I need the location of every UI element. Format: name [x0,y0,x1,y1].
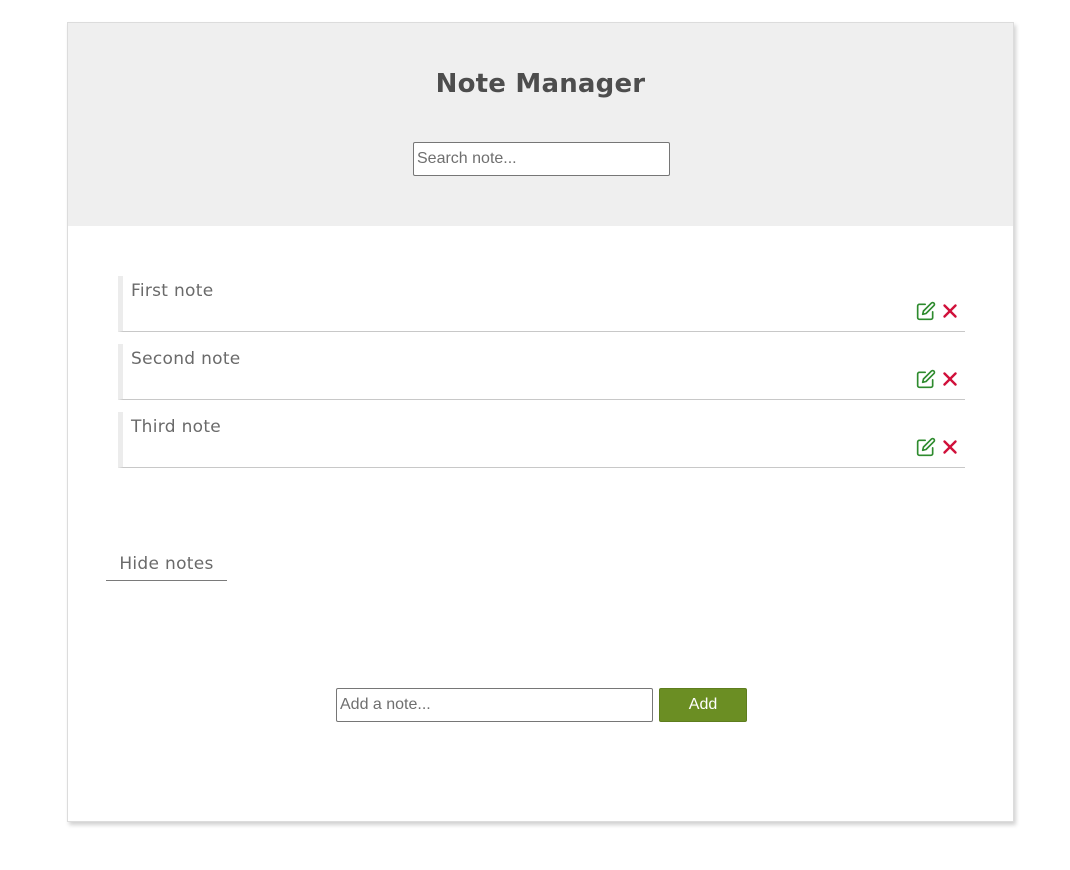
note-actions [916,301,960,321]
notes-list: First note Second note Third note [118,276,965,480]
header: Note Manager [68,23,1013,226]
note-manager-card: Note Manager First note [67,22,1014,822]
add-note-input[interactable] [336,688,653,722]
list-item: Third note [118,412,965,468]
edit-icon[interactable] [916,301,936,321]
edit-icon[interactable] [916,369,936,389]
close-icon[interactable] [940,301,960,321]
search-input[interactable] [413,142,670,176]
note-text: First note [131,281,214,301]
list-item: Second note [118,344,965,400]
note-actions [916,369,960,389]
edit-icon[interactable] [916,437,936,457]
note-actions [916,437,960,457]
close-icon[interactable] [940,369,960,389]
close-icon[interactable] [940,437,960,457]
add-button[interactable]: Add [659,688,747,722]
page-title: Note Manager [435,69,646,99]
note-text: Third note [131,417,222,437]
hide-notes-toggle[interactable]: Hide notes [106,551,227,581]
list-item: First note [118,276,965,332]
note-text: Second note [131,349,241,369]
